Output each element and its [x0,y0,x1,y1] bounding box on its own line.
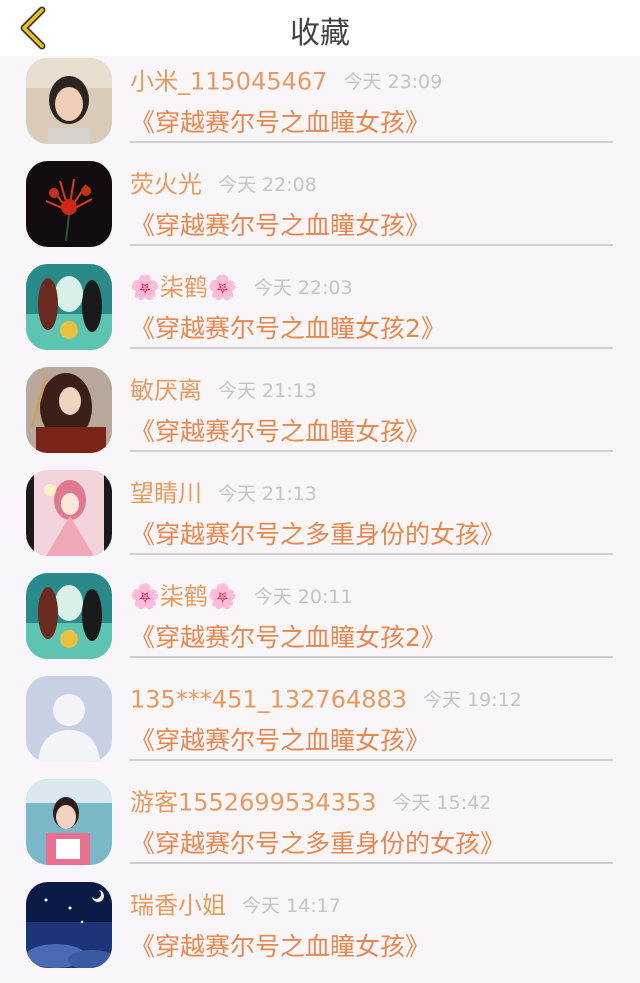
user-name: 瑞香小姐 [130,891,226,920]
user-name: 135***451_132764883 [130,685,408,714]
divider [130,450,613,452]
book-title-link[interactable]: 《穿越赛尔号之血瞳女孩2》 [130,312,446,346]
book-title-link[interactable]: 《穿越赛尔号之血瞳女孩》 [130,209,430,243]
list-item[interactable]: 135***451_132764883 今天 19:12 《穿越赛尔号之血瞳女孩》 [0,674,640,777]
avatar[interactable] [26,161,112,247]
timestamp: 今天 14:17 [242,894,341,917]
avatar[interactable] [26,470,112,556]
divider [130,656,613,658]
timestamp: 今天 22:03 [253,276,353,299]
avatar[interactable] [26,676,112,762]
timestamp: 今天 19:12 [423,688,522,711]
timestamp: 今天 21:13 [218,379,317,402]
divider [130,244,613,246]
book-title-link[interactable]: 《穿越赛尔号之血瞳女孩》 [130,415,430,449]
anime-pink-girl-avatar [26,470,112,556]
user-name: 🌸柒鹤🌸 [130,582,238,611]
timestamp: 今天 15:42 [392,791,492,814]
avatar[interactable] [26,573,112,659]
photo-girl-avatar [26,58,112,144]
timestamp: 今天 21:13 [218,482,317,505]
list-item[interactable]: 🌸柒鹤🌸 今天 22:03 《穿越赛尔号之血瞳女孩2》 [0,262,640,365]
timestamp: 今天 20:11 [253,585,353,608]
list-item[interactable]: 小米_115045467 今天 23:09 《穿越赛尔号之血瞳女孩》 [0,56,640,159]
user-name: 荧火光 [130,170,202,199]
page-title: 收藏 [290,16,350,51]
avatar[interactable] [26,779,112,865]
list-item[interactable]: 游客1552699534353 今天 15:42 《穿越赛尔号之多重身份的女孩》 [0,777,640,880]
night-sky-avatar [26,882,112,968]
book-title-link[interactable]: 《穿越赛尔号之血瞳女孩2》 [130,621,446,655]
timestamp: 今天 22:08 [218,173,317,196]
user-name: 小米_115045467 [130,67,328,96]
book-title-link[interactable]: 《穿越赛尔号之血瞳女孩》 [130,724,430,758]
photo-child-avatar [26,779,112,865]
user-name: 望睛川 [130,479,202,508]
divider [130,759,613,761]
divider [130,347,613,349]
avatar[interactable] [26,264,112,350]
list-item[interactable]: 敏厌离 今天 21:13 《穿越赛尔号之血瞳女孩》 [0,365,640,468]
user-name: 敏厌离 [130,376,202,405]
book-title-link[interactable]: 《穿越赛尔号之多重身份的女孩》 [130,518,505,552]
divider [130,141,613,143]
book-title-link[interactable]: 《穿越赛尔号之多重身份的女孩》 [130,827,505,861]
avatar[interactable] [26,882,112,968]
list-item[interactable]: 荧火光 今天 22:08 《穿越赛尔号之血瞳女孩》 [0,159,640,262]
top-nav-bar: 收藏 [0,0,640,56]
red-flower-avatar [26,161,112,247]
anime-warrior-avatar [26,367,112,453]
list-item[interactable]: 🌸柒鹤🌸 今天 20:11 《穿越赛尔号之血瞳女孩2》 [0,571,640,674]
anime-characters-avatar [26,264,112,350]
timestamp: 今天 23:09 [343,70,443,93]
divider [130,862,613,864]
default-user-avatar [26,676,112,762]
divider [130,553,613,555]
user-name: 🌸柒鹤🌸 [130,273,238,302]
book-title-link[interactable]: 《穿越赛尔号之血瞳女孩》 [130,930,430,964]
avatar[interactable] [26,58,112,144]
list-item[interactable]: 瑞香小姐 今天 14:17 《穿越赛尔号之血瞳女孩》 [0,880,640,983]
avatar[interactable] [26,367,112,453]
book-title-link[interactable]: 《穿越赛尔号之血瞳女孩》 [130,106,430,140]
user-name: 游客1552699534353 [130,788,377,817]
anime-characters-avatar [26,573,112,659]
list-item[interactable]: 望睛川 今天 21:13 《穿越赛尔号之多重身份的女孩》 [0,468,640,571]
